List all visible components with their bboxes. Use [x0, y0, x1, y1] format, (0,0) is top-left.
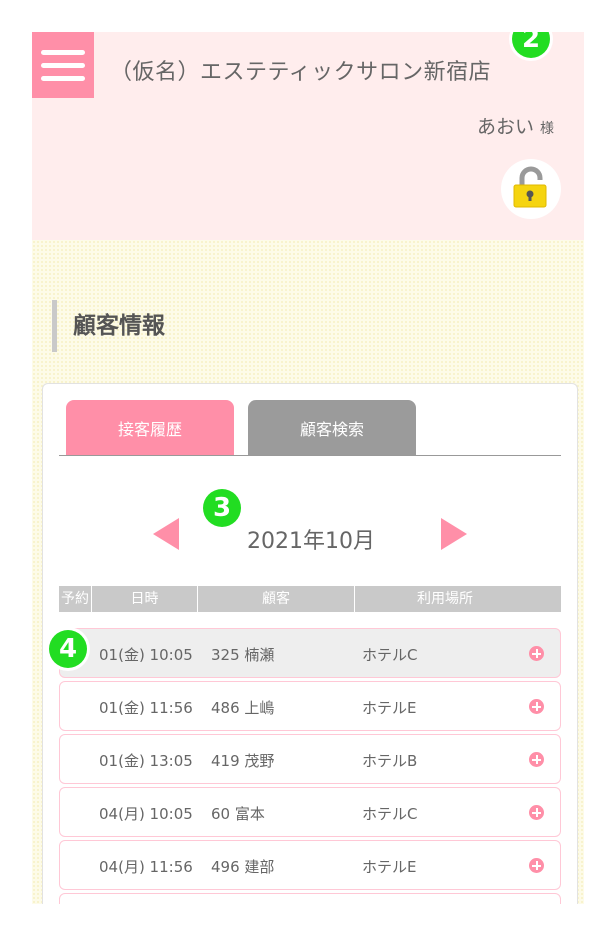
logout-button[interactable]: [501, 159, 561, 219]
user-info: あおい様: [477, 112, 554, 139]
customer-card: 接客履歴 顧客検索 2021年10月 予約 日時 顧客 利用場所 01(金) 1…: [42, 383, 578, 904]
header-place: 利用場所: [417, 591, 473, 607]
expand-plus-icon[interactable]: [529, 699, 544, 714]
hamburger-menu-icon[interactable]: [32, 32, 94, 98]
shop-name: （仮名）エステティックサロン新宿店: [110, 60, 492, 85]
prev-month-arrow-icon[interactable]: [153, 518, 179, 550]
row-datetime: 04(月) 10:05: [99, 805, 193, 823]
menu-line: [41, 75, 85, 81]
row-customer: 486 上嶋: [211, 699, 275, 717]
row-place: ホテルC: [362, 646, 418, 664]
section-title: 顧客情報: [52, 300, 165, 352]
row-customer: 60 富本: [211, 805, 265, 823]
row-place: ホテルC: [362, 805, 418, 823]
table-row[interactable]: 04(月) 10:05 60 富本 ホテルC: [59, 787, 561, 837]
annotation-marker-3: 3: [203, 489, 241, 527]
row-place: ホテルE: [362, 699, 417, 717]
header-datetime: 日時: [92, 586, 198, 612]
table-row[interactable]: 01(金) 10:05 325 楠瀬 ホテルC: [59, 628, 561, 678]
table-row[interactable]: 04(月) 11:56 496 建部 ホテルE: [59, 840, 561, 890]
user-name: あおい: [476, 116, 534, 138]
expand-plus-icon[interactable]: [529, 858, 544, 873]
table-row[interactable]: [59, 893, 561, 904]
expand-plus-icon[interactable]: [529, 752, 544, 767]
expand-plus-icon[interactable]: [529, 805, 544, 820]
row-place: ホテルE: [362, 858, 417, 876]
header-reservation: 予約: [59, 586, 92, 612]
padlock-icon: [513, 166, 547, 208]
user-honorific: 様: [540, 121, 554, 137]
expand-plus-icon[interactable]: [529, 646, 544, 661]
table-header: 予約 日時 顧客 利用場所: [59, 586, 561, 612]
month-label: 2021年10月: [247, 529, 375, 554]
history-list: 01(金) 10:05 325 楠瀬 ホテルC 01(金) 11:56 486 …: [59, 628, 561, 904]
tab-service-history[interactable]: 接客履歴: [66, 400, 234, 455]
row-datetime: 01(金) 10:05: [99, 646, 193, 664]
menu-line: [41, 49, 85, 55]
table-row[interactable]: 01(金) 11:56 486 上嶋 ホテルE: [59, 681, 561, 731]
row-customer: 419 茂野: [211, 752, 275, 770]
row-datetime: 04(月) 11:56: [99, 858, 193, 876]
row-datetime: 01(金) 11:56: [99, 699, 193, 717]
table-row[interactable]: 01(金) 13:05 419 茂野 ホテルB: [59, 734, 561, 784]
row-place: ホテルB: [362, 752, 418, 770]
tab-divider: [59, 455, 561, 456]
row-customer: 325 楠瀬: [211, 646, 275, 664]
app-page: （仮名）エステティックサロン新宿店 あおい様 2 顧客情報 接客履歴 顧客検索 …: [32, 32, 584, 904]
row-customer: 496 建部: [211, 858, 275, 876]
header: （仮名）エステティックサロン新宿店 あおい様: [32, 32, 584, 240]
tab-customer-search[interactable]: 顧客検索: [248, 400, 416, 455]
menu-line: [41, 62, 85, 68]
annotation-marker-4: 4: [49, 630, 87, 668]
header-customer: 顧客: [198, 586, 355, 612]
next-month-arrow-icon[interactable]: [441, 518, 467, 550]
row-datetime: 01(金) 13:05: [99, 752, 193, 770]
